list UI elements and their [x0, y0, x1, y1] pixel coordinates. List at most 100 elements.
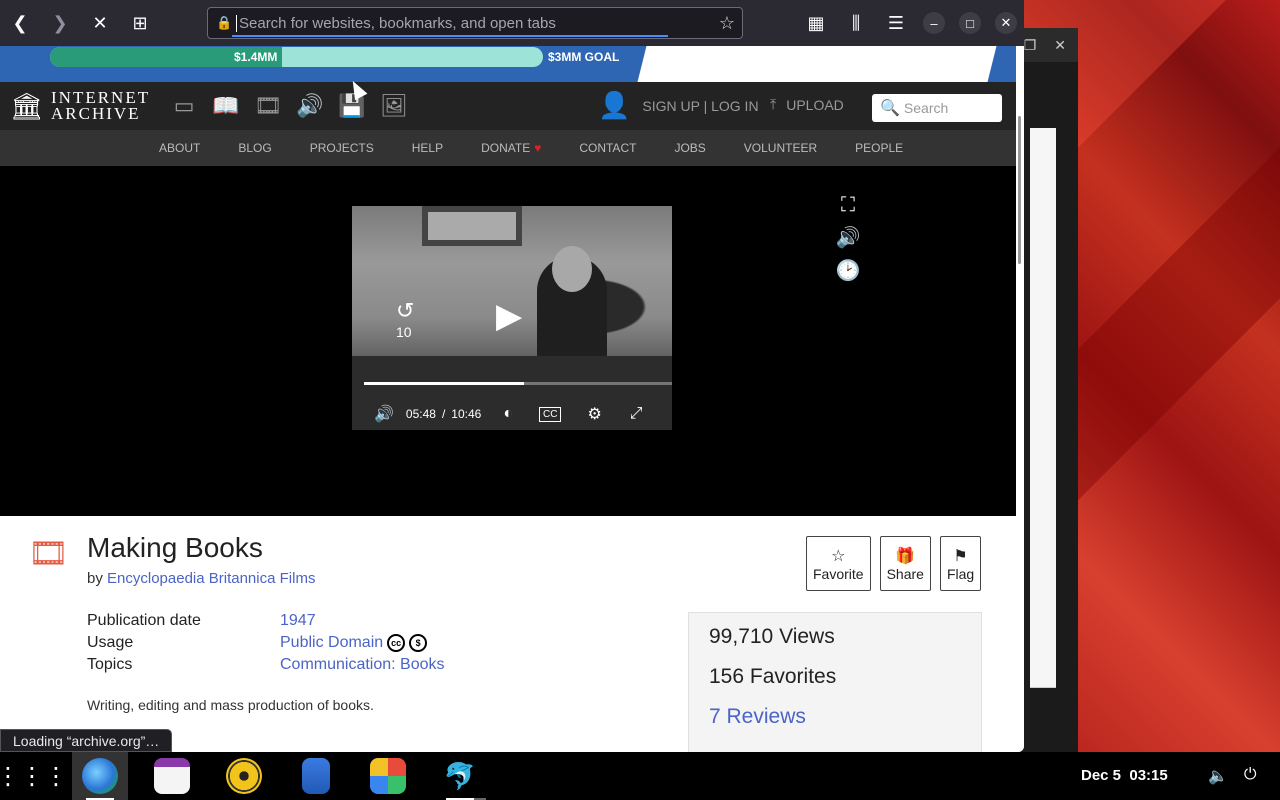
menu-button[interactable]: ☰ — [876, 0, 916, 46]
public-domain-icon: $ — [409, 634, 428, 652]
video-icon[interactable]: 🎞 — [254, 92, 282, 120]
scrollbar-thumb[interactable] — [1018, 116, 1021, 264]
fact-value-link[interactable]: Communication: Books — [280, 656, 445, 678]
url-input[interactable]: Search for websites, bookmarks, and open… — [236, 14, 712, 32]
donation-banner[interactable]: $1.4MM $3MM GOAL — [0, 46, 1016, 82]
play-icon: ▶ — [496, 297, 523, 335]
rewind-10-button[interactable]: ↺ 10 — [396, 298, 432, 340]
volume-tray-icon[interactable]: 🔈 — [1208, 766, 1228, 786]
nav-people[interactable]: PEOPLE — [855, 141, 903, 155]
reviews-link[interactable]: 7 Reviews — [709, 705, 961, 745]
forward-button[interactable]: ❯ — [40, 0, 80, 46]
upload-label: UPLOAD — [786, 96, 844, 113]
expand-icon[interactable]: ⛶ — [841, 194, 855, 217]
fact-row: Usage Public Domain cc $ — [87, 634, 445, 656]
dock-files[interactable] — [288, 752, 344, 800]
chevron-right-icon: ❯ — [52, 12, 68, 33]
close-window-button[interactable]: ✕ — [995, 12, 1017, 34]
views-count: 99,710 Views — [709, 625, 835, 648]
contrast-icon[interactable]: ◐ — [503, 405, 513, 423]
texts-icon[interactable]: 📖 — [212, 92, 240, 120]
star-icon: ☆ — [831, 547, 846, 565]
restore-icon[interactable]: ❐ — [1024, 37, 1037, 54]
speaker-icon[interactable]: 🔊 — [836, 225, 861, 250]
nav-projects[interactable]: PROJECTS — [310, 141, 374, 155]
item-facts: Publication date 1947 Usage Public Domai… — [87, 612, 445, 678]
volume-icon[interactable]: 🔊 — [374, 404, 394, 424]
close-icon: ✕ — [1000, 15, 1012, 30]
video-theater: ↺ 10 ▶ 🔊 05:48 / 10:46 ◐ CC ⚙ ⤢ ⛶ 🔊 🕑 — [0, 166, 1016, 516]
close-icon[interactable]: ✕ — [1054, 37, 1066, 54]
browser-toolbar: ❮ ❯ ✕ ⊞ 🔒 Search for websites, bookmarks… — [0, 0, 1024, 46]
grid-icon: ▦ — [807, 12, 825, 33]
play-button[interactable]: ▶ — [496, 296, 536, 336]
donation-raised: $1.4MM — [234, 50, 278, 64]
fact-key: Publication date — [87, 612, 201, 629]
extensions-button[interactable]: ▦ — [796, 0, 836, 46]
back-button[interactable]: ❮ — [0, 0, 40, 46]
fact-key: Usage — [87, 634, 134, 651]
captions-icon[interactable]: CC — [539, 406, 562, 422]
byline: by Encyclopaedia Britannica Films — [87, 570, 315, 587]
video-controls: 🔊 05:48 / 10:46 ◐ CC ⚙ ⤢ — [352, 398, 672, 430]
new-tab-button[interactable]: ⊞ — [120, 0, 160, 46]
user-menu[interactable]: 👤 SIGN UP | LOG IN — [598, 90, 759, 121]
item-metadata: 🎞 Making Books by Encyclopaedia Britanni… — [0, 516, 1016, 752]
system-tray[interactable]: 🔈 ⏻ — [1208, 766, 1257, 786]
page-scrollbar[interactable] — [1016, 46, 1024, 752]
ia-logo[interactable]: 🏛 INTERNET ARCHIVE — [10, 89, 150, 122]
upload-link[interactable]: ⤒ UPLOAD — [770, 96, 844, 113]
dock-emulator[interactable]: 🐬 — [432, 752, 488, 800]
flag-button[interactable]: ⚑ Flag — [939, 536, 982, 591]
dolphin-icon: 🐬 — [443, 761, 477, 791]
bookmark-star-icon[interactable]: ☆ — [712, 13, 742, 34]
settings-gear-icon[interactable]: ⚙ — [587, 404, 601, 424]
signup-login-link[interactable]: SIGN UP | LOG IN — [642, 98, 758, 114]
clock-icon[interactable]: 🕑 — [836, 258, 861, 283]
nav-donate[interactable]: DONATE ♥ — [481, 141, 541, 155]
favorite-button[interactable]: ☆ Favorite — [806, 536, 871, 591]
nav-blog[interactable]: BLOG — [238, 141, 271, 155]
app-grid-button[interactable]: ⋮⋮⋮ — [0, 752, 68, 800]
audio-icon[interactable]: 🔊 — [296, 92, 324, 120]
stop-button[interactable]: ✕ — [80, 0, 120, 46]
nav-contact[interactable]: CONTACT — [579, 141, 636, 155]
dock-calendar[interactable] — [144, 752, 200, 800]
banner-shape — [637, 46, 997, 82]
user-icon: 👤 — [598, 90, 631, 120]
video-player[interactable]: ↺ 10 ▶ 🔊 05:48 / 10:46 ◐ CC ⚙ ⤢ — [352, 206, 672, 430]
share-button[interactable]: 🎁 Share — [879, 536, 931, 591]
fact-value-link[interactable]: 1947 — [280, 612, 316, 634]
current-time: 05:48 — [405, 407, 436, 421]
site-search-input[interactable]: 🔍 Search — [872, 94, 1002, 122]
images-icon[interactable]: 🖼 — [380, 92, 408, 120]
dock-music[interactable] — [216, 752, 272, 800]
fact-key: Topics — [87, 656, 133, 673]
archive-temple-icon: 🏛 — [10, 90, 44, 121]
library-button[interactable]: ⫼ — [836, 0, 876, 46]
minimize-button[interactable]: – — [923, 12, 945, 34]
url-bar[interactable]: 🔒 Search for websites, bookmarks, and op… — [207, 7, 743, 39]
nav-volunteer[interactable]: VOLUNTEER — [744, 141, 817, 155]
grid-dots-icon: ⋮⋮⋮ — [0, 762, 68, 790]
dock-software[interactable] — [360, 752, 416, 800]
web-page: $1.4MM $3MM GOAL 🏛 INTERNET ARCHIVE ▭ 📖 … — [0, 46, 1016, 752]
maximize-button[interactable]: □ — [959, 12, 981, 34]
rewind-icon: ↺ — [396, 298, 415, 323]
media-type-icons: ▭ 📖 🎞 🔊 💾 🖼 — [170, 92, 408, 120]
maximize-icon: □ — [966, 15, 974, 31]
page-load-progress — [232, 35, 668, 37]
nav-about[interactable]: ABOUT — [159, 141, 200, 155]
power-icon[interactable]: ⏻ — [1244, 766, 1257, 786]
fact-value-link[interactable]: Public Domain — [280, 634, 383, 656]
dock-firefox[interactable] — [72, 752, 128, 800]
fullscreen-icon[interactable]: ⤢ — [630, 405, 643, 423]
video-scrubber-progress — [364, 382, 525, 385]
web-icon[interactable]: ▭ — [170, 92, 198, 120]
nav-jobs[interactable]: JOBS — [674, 141, 705, 155]
video-scrubber[interactable] — [364, 382, 672, 385]
creator-link[interactable]: Encyclopaedia Britannica Films — [107, 570, 315, 587]
firefox-icon — [82, 758, 118, 794]
clock[interactable]: Dec 5 03:15 — [1081, 767, 1168, 784]
nav-help[interactable]: HELP — [412, 141, 443, 155]
